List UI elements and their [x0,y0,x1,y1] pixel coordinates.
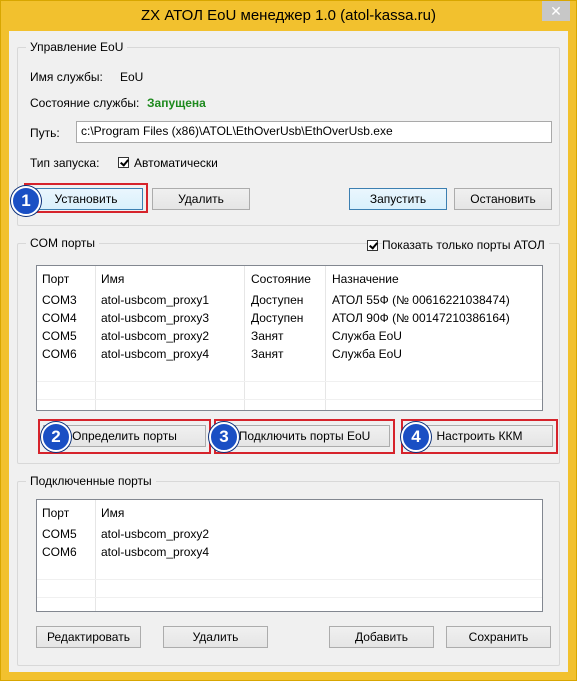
cell-name: atol-usbcom_proxy1 [101,293,210,307]
atol-only-checkbox[interactable] [367,240,378,251]
table-row[interactable]: COM6 atol-usbcom_proxy4 [37,543,542,561]
cell-purpose: Служба EoU [332,347,402,361]
atol-only-label: Показать только порты АТОЛ [382,238,549,252]
connected-list-header: Порт Имя [37,504,542,522]
app-window: ZX АТОЛ EoU менеджер 1.0 (atol-kassa.ru)… [0,0,577,681]
column-header-purpose[interactable]: Назначение [332,272,399,286]
cell-port: COM3 [42,293,77,307]
cell-state: Доступен [251,293,304,307]
cell-port: COM6 [42,545,77,559]
start-service-button[interactable]: Запустить [349,188,447,210]
service-state-label: Состояние службы: [30,96,140,110]
column-header-name[interactable]: Имя [101,506,124,520]
title-bar[interactable]: ZX АТОЛ EoU менеджер 1.0 (atol-kassa.ru)… [1,1,576,31]
table-row[interactable]: COM5 atol-usbcom_proxy2 Занят Служба EoU [37,327,542,345]
path-field[interactable]: c:\Program Files (x86)\ATOL\EthOverUsb\E… [76,121,552,143]
remove-service-button[interactable]: Удалить [152,188,250,210]
auto-start-checkbox[interactable] [118,157,129,168]
add-button[interactable]: Добавить [329,626,434,648]
cell-name: atol-usbcom_proxy3 [101,311,210,325]
cell-purpose: Служба EoU [332,329,402,343]
cell-purpose: АТОЛ 90Ф (№ 00147210386164) [332,311,510,325]
column-header-name[interactable]: Имя [101,272,124,286]
com-ports-group: COM порты Показать только порты АТОЛ Пор… [17,236,560,464]
close-button[interactable]: ✕ [542,1,570,21]
row-divider [37,381,542,382]
step-badge-1: 1 [11,186,41,216]
path-label: Путь: [30,126,60,140]
save-button[interactable]: Сохранить [446,626,551,648]
cell-name: atol-usbcom_proxy4 [101,545,210,559]
cell-port: COM5 [42,329,77,343]
cell-name: atol-usbcom_proxy2 [101,329,210,343]
close-icon: ✕ [550,3,562,19]
startup-type-label: Тип запуска: [30,156,100,170]
cell-state: Занят [251,347,284,361]
com-group-title: COM порты [26,236,100,250]
connected-ports-list[interactable]: Порт Имя COM5 atol-usbcom_proxy2 COM6 at… [36,499,543,612]
eou-group-title: Управление EoU [26,40,128,54]
cell-port: COM6 [42,347,77,361]
step-badge-4: 4 [401,422,431,452]
table-row[interactable]: COM3 atol-usbcom_proxy1 Доступен АТОЛ 55… [37,291,542,309]
cell-name: atol-usbcom_proxy2 [101,527,210,541]
row-divider [37,399,542,400]
service-state-value: Запущена [147,96,206,110]
connect-eou-ports-button[interactable]: Подключить порты EoU [219,425,390,447]
table-row[interactable]: COM4 atol-usbcom_proxy3 Доступен АТОЛ 90… [37,309,542,327]
column-header-state[interactable]: Состояние [251,272,311,286]
window-client-area: Управление EoU Имя службы: EoU Состояние… [9,31,568,672]
install-button[interactable]: Установить [29,188,143,210]
cell-port: COM4 [42,311,77,325]
cell-state: Доступен [251,311,304,325]
delete-connected-button[interactable]: Удалить [163,626,268,648]
service-name-label: Имя службы: [30,70,103,84]
column-header-port[interactable]: Порт [42,506,69,520]
table-row[interactable]: COM5 atol-usbcom_proxy2 [37,525,542,543]
cell-state: Занят [251,329,284,343]
step-badge-2: 2 [41,422,71,452]
step-badge-3: 3 [209,422,239,452]
cell-purpose: АТОЛ 55Ф (№ 00616221038474) [332,293,510,307]
column-header-port[interactable]: Порт [42,272,69,286]
com-list-header: Порт Имя Состояние Назначение [37,270,542,288]
edit-button[interactable]: Редактировать [36,626,141,648]
cell-name: atol-usbcom_proxy4 [101,347,210,361]
row-divider [37,579,542,580]
service-name-value: EoU [120,70,144,84]
com-ports-list[interactable]: Порт Имя Состояние Назначение COM3 atol-… [36,265,543,411]
auto-start-label: Автоматически [134,156,218,170]
row-divider [37,597,542,598]
eou-management-group: Управление EoU Имя службы: EoU Состояние… [11,40,560,226]
connected-ports-group: Подключенные порты Порт Имя COM5 atol-us… [17,474,560,666]
table-row[interactable]: COM6 atol-usbcom_proxy4 Занят Служба EoU [37,345,542,363]
cell-port: COM5 [42,527,77,541]
window-title: ZX АТОЛ EoU менеджер 1.0 (atol-kassa.ru) [141,7,436,24]
connected-group-title: Подключенные порты [26,474,156,488]
stop-service-button[interactable]: Остановить [454,188,552,210]
